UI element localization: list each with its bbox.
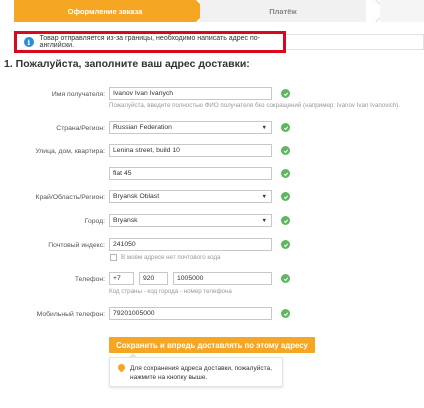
mobile-phone-input[interactable]: 79201005000 [109,307,272,320]
save-address-button[interactable]: Сохранить и впредь доставлять по этому а… [109,337,315,353]
location-pin-icon [116,362,127,373]
phone-hint: Код страны - код города - номер телефона [109,288,232,295]
region-valid-icon [281,192,290,201]
name-hint: Пожалуйста, введите полностью ФИО получа… [109,102,401,109]
notice-extension [286,34,424,50]
street2-valid-icon [281,169,290,178]
street-valid-icon [281,146,290,155]
street-label: Улица, дом, квартира: [35,148,105,155]
city-value: Bryansk [113,217,138,224]
step-final [380,0,424,22]
street-input[interactable]: Lenina street, build 10 [109,144,272,157]
section-title: 1. Пожалуйста, заполните ваш адрес доста… [4,58,250,70]
chevron-down-icon: ▼ [261,194,267,200]
street-line2-input[interactable]: flat 45 [109,167,272,180]
info-icon: i [24,37,34,47]
region-value: Bryansk Oblast [113,193,160,200]
country-value: Russian Federation [113,124,172,131]
recipient-name-input[interactable]: Ivanov Ivan Ivanych [109,87,272,100]
name-label: Имя получателя: [51,91,105,98]
phone-area-code-input[interactable]: 920 [139,272,168,285]
zip-label: Почтовый индекс: [48,242,105,249]
zip-input[interactable]: 241050 [109,238,272,251]
no-zip-label: В моём адресе нет почтового кода [121,254,221,261]
english-address-notice: i Товар отправляется из-за границы, необ… [14,31,286,53]
country-select[interactable]: Russian Federation ▼ [109,121,272,134]
name-valid-icon [281,89,290,98]
tip-text: Для сохранения адреса доставки, пожалуйс… [130,365,272,381]
country-label: Страна/Регион: [56,125,105,132]
city-label: Город: [84,218,105,225]
checkout-steps: Оформление заказа Платёж [0,0,424,23]
phone-number-input[interactable]: 1005000 [173,272,272,285]
mobile-valid-icon [281,309,290,318]
phone-valid-icon [281,274,290,283]
phone-country-code-input[interactable]: +7 [109,272,134,285]
save-tip: Для сохранения адреса доставки, пожалуйс… [109,353,283,387]
phone-label: Телефон: [74,276,105,283]
notice-text: Товар отправляется из-за границы, необхо… [39,35,261,49]
region-label: Край/Область/Регион: [35,194,105,201]
city-select[interactable]: Bryansk ▼ [109,214,272,227]
zip-valid-icon [281,240,290,249]
step-payment: Платёж [200,0,366,22]
chevron-down-icon: ▼ [261,125,267,131]
step-order: Оформление заказа [14,0,207,22]
region-select[interactable]: Bryansk Oblast ▼ [109,190,272,203]
country-valid-icon [281,123,290,132]
mobile-label: Мобильный телефон: [36,311,105,318]
chevron-down-icon: ▼ [261,218,267,224]
city-valid-icon [281,216,290,225]
no-zip-checkbox[interactable] [110,254,117,261]
